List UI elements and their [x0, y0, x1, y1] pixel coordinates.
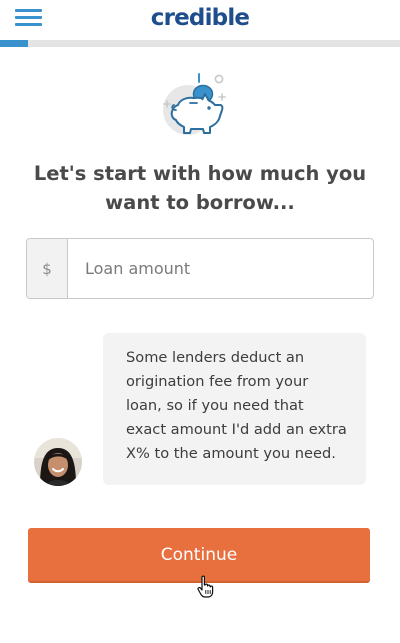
hand-pointer-cursor-icon [196, 575, 216, 599]
loan-amount-field: $ [26, 238, 374, 299]
app-header: credible [0, 0, 400, 40]
advisor-avatar [34, 438, 82, 486]
progress-bar [0, 40, 400, 47]
credible-logo[interactable]: credible [0, 5, 400, 31]
advisor-tip-bubble: Some lenders deduct an origination fee f… [103, 333, 366, 485]
piggy-bank-icon [158, 70, 230, 140]
continue-button[interactable]: Continue [28, 528, 370, 581]
progress-bar-fill [0, 40, 28, 47]
loan-amount-input[interactable] [69, 239, 373, 298]
page-title: Let's start with how much you want to bo… [33, 162, 367, 214]
currency-prefix: $ [27, 239, 68, 298]
